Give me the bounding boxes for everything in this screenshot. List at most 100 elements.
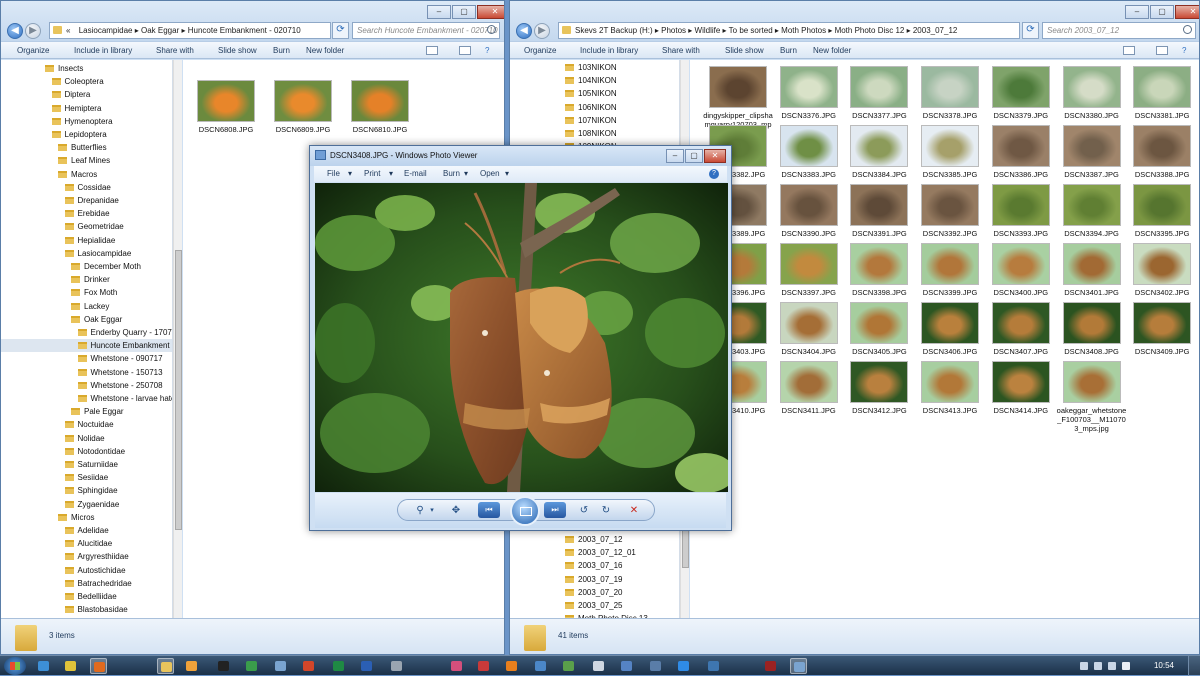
taskbar-button[interactable] (503, 658, 520, 674)
file-thumbnail[interactable]: DSCN3400.JPG (986, 243, 1056, 297)
address-segment[interactable]: Huncote Embankment - 020710 (188, 26, 301, 35)
file-thumbnail[interactable]: DSCN3395.JPG (1127, 184, 1197, 238)
tree-item[interactable]: Sesiidae (1, 471, 172, 484)
file-thumbnail[interactable]: DSCN6810.JPG (345, 80, 415, 134)
maximize-button[interactable]: ▢ (685, 149, 703, 163)
taskbar-button[interactable] (762, 658, 779, 674)
taskbar-button[interactable] (62, 658, 79, 674)
tree-item[interactable]: Leaf Mines (1, 154, 172, 167)
file-thumbnail[interactable]: DSCN3412.JPG (844, 361, 914, 415)
taskbar-button[interactable] (675, 658, 692, 674)
file-thumbnail[interactable]: DSCN3381.JPG (1127, 66, 1197, 120)
refresh-button[interactable]: ⟳ (1022, 22, 1039, 39)
burn-button[interactable]: Burn (273, 46, 290, 55)
taskbar-button[interactable] (560, 658, 577, 674)
tree-item[interactable]: Autostichidae (1, 564, 172, 577)
tree-item[interactable]: Nolidae (1, 432, 172, 445)
tree-item[interactable]: Sphingidae (1, 484, 172, 497)
tree-item[interactable]: Coleoptera (1, 75, 172, 88)
file-thumbnail[interactable]: DSCN3384.JPG (844, 125, 914, 179)
menu-open[interactable]: Open (480, 169, 500, 178)
file-thumbnail[interactable]: DSCN3380.JPG (1057, 66, 1127, 120)
taskbar-button[interactable] (448, 658, 465, 674)
menu-burn[interactable]: Burn (443, 169, 460, 178)
taskbar-button[interactable] (532, 658, 549, 674)
tree-item[interactable]: 108NIKON (510, 127, 679, 140)
tree-item[interactable]: 107NIKON (510, 114, 679, 127)
file-thumbnail[interactable]: DSCN3393.JPG (986, 184, 1056, 238)
tree-item[interactable]: Fox Moth (1, 286, 172, 299)
address-segment[interactable]: Photos (661, 26, 686, 35)
file-thumbnail[interactable]: DSCN3390.JPG (774, 184, 844, 238)
address-segment[interactable]: Moth Photos (781, 26, 826, 35)
next-button[interactable]: ⏭ (544, 502, 566, 518)
share-with-button[interactable]: Share with (662, 46, 700, 55)
tree-item[interactable]: Lepidoptera (1, 128, 172, 141)
address-segment[interactable]: To be sorted (729, 26, 773, 35)
help-icon[interactable]: ? (709, 169, 719, 179)
tree-item[interactable]: Whetstone - larvae hatched (1, 392, 172, 405)
file-thumbnail[interactable]: DSCN3401.JPG (1057, 243, 1127, 297)
actual-size-icon[interactable]: ✥ (448, 503, 464, 518)
address-bar[interactable]: « Lasiocampidae ▸ Oak Eggar ▸ Huncote Em… (49, 22, 331, 39)
taskbar-button[interactable] (243, 658, 260, 674)
address-segment[interactable]: Oak Eggar (141, 26, 179, 35)
taskbar-button[interactable] (790, 658, 807, 674)
tree-item[interactable]: 2003_07_19 (510, 573, 679, 586)
tree-item[interactable]: Butterflies (1, 141, 172, 154)
file-thumbnail[interactable]: DSCN3407.JPG (986, 302, 1056, 356)
file-thumbnail[interactable]: DSCN6808.JPG (191, 80, 261, 134)
tree-item[interactable]: Argyresthiidae (1, 550, 172, 563)
file-thumbnail[interactable]: oakeggar_whetstone_F100703__M110703_mps.… (1057, 361, 1127, 433)
file-thumbnail[interactable]: DSCN3386.JPG (986, 125, 1056, 179)
back-button[interactable]: ◀ (516, 23, 532, 39)
tree-item[interactable]: Drinker (1, 273, 172, 286)
taskbar-button[interactable] (705, 658, 722, 674)
menu-print[interactable]: Print (364, 169, 380, 178)
taskbar-button[interactable] (330, 658, 347, 674)
address-segment[interactable]: 2003_07_12 (913, 26, 958, 35)
tree-item[interactable]: Hepialidae (1, 234, 172, 247)
tree-item[interactable]: 2003_07_16 (510, 559, 679, 572)
organize-button[interactable]: Organize (524, 46, 556, 55)
tree-item[interactable]: 106NIKON (510, 101, 679, 114)
tree-item[interactable]: 2003_07_12_01 (510, 546, 679, 559)
taskbar-button[interactable] (358, 658, 375, 674)
file-thumbnail[interactable]: DSCN3397.JPG (774, 243, 844, 297)
tree-item[interactable]: Macros (1, 168, 172, 181)
tree-item[interactable]: Adelidae (1, 524, 172, 537)
address-segment[interactable]: « (66, 26, 70, 35)
forward-button[interactable]: ▶ (534, 23, 550, 39)
search-input[interactable]: Search 2003_07_12 (1042, 22, 1196, 39)
taskbar-button[interactable] (618, 658, 635, 674)
tree-item[interactable]: Diptera (1, 88, 172, 101)
file-thumbnail[interactable]: DSCN3409.JPG (1127, 302, 1197, 356)
tree-item[interactable]: 2003_07_12 (510, 533, 679, 546)
view-options-icon[interactable] (426, 46, 438, 55)
slide-show-button[interactable] (510, 496, 540, 526)
help-icon[interactable]: ? (485, 46, 489, 55)
tree-item[interactable]: 2003_07_20 (510, 586, 679, 599)
taskbar-button[interactable] (388, 658, 405, 674)
taskbar-button[interactable] (475, 658, 492, 674)
close-button[interactable]: ✕ (1175, 5, 1199, 19)
tree-item[interactable]: 104NIKON (510, 74, 679, 87)
tree-item[interactable]: Drepanidae (1, 194, 172, 207)
taskbar-button[interactable] (272, 658, 289, 674)
tree-item[interactable]: December Moth (1, 260, 172, 273)
tree-item[interactable]: Oak Eggar (1, 313, 172, 326)
address-segment[interactable]: Moth Photo Disc 12 (835, 26, 905, 35)
help-icon[interactable]: ? (1182, 46, 1186, 55)
taskbar-button[interactable] (35, 658, 52, 674)
file-thumbnail[interactable]: DSCN3413.JPG (915, 361, 985, 415)
new-folder-button[interactable]: New folder (306, 46, 344, 55)
taskbar-button[interactable] (183, 658, 200, 674)
tree-item[interactable]: Blastobasidae (1, 603, 172, 616)
taskbar-button[interactable] (590, 658, 607, 674)
include-in-library-button[interactable]: Include in library (580, 46, 638, 55)
share-with-button[interactable]: Share with (156, 46, 194, 55)
minimize-button[interactable]: – (427, 5, 451, 19)
address-segment[interactable]: Wildlife (695, 26, 721, 35)
show-desktop-button[interactable] (1188, 656, 1200, 676)
include-in-library-button[interactable]: Include in library (74, 46, 132, 55)
